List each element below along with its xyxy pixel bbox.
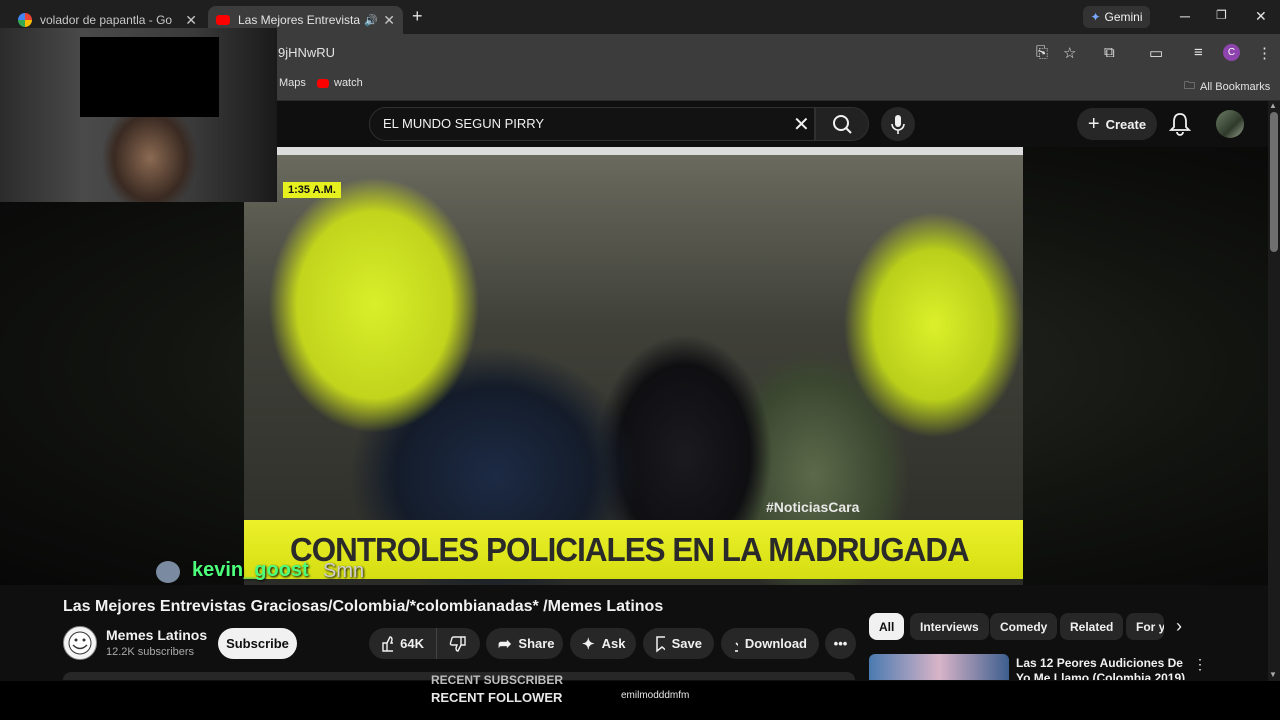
chip-for-you[interactable]: For y [1126,613,1164,640]
webcam-blackout [80,37,219,117]
close-window-icon[interactable]: ✕ [1255,8,1267,25]
reading-list-icon[interactable]: ≡ [1194,44,1203,61]
download-icon [735,641,738,652]
close-tab-icon[interactable]: ✕ [185,12,197,29]
create-label: Create [1105,116,1147,132]
bell-icon [1168,113,1192,136]
save-button[interactable]: Save [643,628,714,659]
recommendation-thumbnail[interactable] [869,654,1009,680]
download-button[interactable]: Download [721,628,819,659]
save-label: Save [671,636,702,651]
search-button[interactable] [815,107,869,141]
streamer-webcam [0,28,277,202]
address-bar[interactable]: 9jHNwRU [278,45,335,60]
download-label: Download [744,636,807,651]
new-tab-icon[interactable]: + [412,6,423,27]
share-label: Share [518,636,555,651]
channel-name[interactable]: Memes Latinos [106,627,207,643]
recent-follower-label: RECENT FOLLOWER [431,690,563,705]
chip-comedy[interactable]: Comedy [990,613,1058,640]
clear-search-icon[interactable]: ✕ [793,112,810,137]
folder-icon: 🗀 [1184,80,1195,92]
gemini-label: Gemini [1104,10,1143,24]
gemini-button[interactable]: ✦ Gemini [1083,6,1150,28]
profile-avatar[interactable]: C [1223,44,1240,61]
more-actions-button[interactable]: ••• [825,628,856,659]
microphone-icon [891,115,905,134]
share-button[interactable]: ➦ Share [486,628,563,659]
channel-subscribers: 12.2K subscribers [106,646,195,658]
search-icon [833,115,852,134]
bookmark-maps[interactable]: Maps [279,77,306,89]
bookmark-watch[interactable]: watch [317,77,363,89]
extensions-icon[interactable]: ⧉ [1104,44,1115,61]
tab-title: Las Mejores Entrevistas Gra [238,13,360,27]
sidepanel-icon[interactable]: ▭ [1149,44,1163,62]
ask-label: Ask [601,636,626,651]
close-tab-icon[interactable]: ✕ [383,12,395,29]
chip-interviews[interactable]: Interviews [910,613,989,640]
create-button[interactable]: + Create [1077,108,1157,140]
scrollbar-thumb[interactable] [1270,112,1278,252]
thumbs-down-icon [449,635,466,652]
more-horizontal-icon: ••• [833,636,848,651]
recent-follower-name: emilmodddmfm [621,690,690,701]
bookmark-star-icon[interactable]: ☆ [1063,44,1076,62]
trollface-icon [68,631,92,655]
search-query-text: EL MUNDO SEGUN PIRRY [383,116,545,131]
thumbs-up-icon [382,635,394,652]
plus-icon: + [1087,112,1100,135]
chat-message: Smn [323,560,365,582]
share-icon: ➦ [498,635,512,653]
recommendation-title[interactable]: Las 12 Peores Audiciones De Yo Me Llamo … [1016,656,1186,680]
chat-username: kevin_goost [192,559,309,581]
youtube-favicon-icon [216,15,230,25]
channel-avatar[interactable] [63,626,97,660]
bookmark-label: watch [334,77,363,89]
scroll-up-icon[interactable]: ▲ [1269,101,1277,110]
chyron-text: CONTROLES POLICIALES EN LA MADRUGADA [290,530,970,568]
notifications-button[interactable] [1168,111,1192,142]
recent-subscriber-label: RECENT SUBSCRIBER [431,673,564,685]
chevron-right-icon[interactable]: › [1176,616,1182,637]
like-button[interactable]: 64K [369,628,436,659]
gemini-spark-icon: ✦ [1090,10,1101,24]
google-favicon-icon [18,13,32,27]
all-bookmarks-label: All Bookmarks [1200,80,1271,93]
more-menu-icon[interactable]: ⋮ [1257,44,1272,62]
chip-all[interactable]: All [869,613,905,640]
like-count: 64K [400,636,424,651]
dislike-button[interactable] [436,628,480,659]
install-app-icon[interactable]: ⎘ [1036,44,1048,61]
account-avatar[interactable] [1216,110,1244,138]
chat-user-avatar [156,561,180,583]
recommendation-menu-icon[interactable]: ⋮ [1193,656,1207,673]
video-hashtag: #NoticiasCara [766,499,860,515]
video-title: Las Mejores Entrevistas Graciosas/Colomb… [63,598,664,615]
subscribe-button[interactable]: Subscribe [218,628,297,659]
audio-playing-icon[interactable]: 🔊 [364,14,378,27]
sparkle-icon: ✦ [582,635,595,653]
tab-title: volador de papantla - Google S [40,13,172,27]
all-bookmarks[interactable]: 🗀 All Bookmarks [1184,77,1270,96]
chip-related[interactable]: Related [1060,613,1124,640]
video-time-tag: 1:35 A.M. [283,182,341,198]
scroll-down-icon[interactable]: ▼ [1269,670,1277,679]
youtube-icon [317,78,329,88]
minimize-icon[interactable]: ─ [1180,8,1190,24]
ask-button[interactable]: ✦ Ask [570,628,636,659]
voice-search-button[interactable] [881,107,915,141]
bookmark-icon [656,635,665,653]
bookmark-label: Maps [279,77,306,89]
restore-icon[interactable]: ❐ [1216,8,1227,22]
